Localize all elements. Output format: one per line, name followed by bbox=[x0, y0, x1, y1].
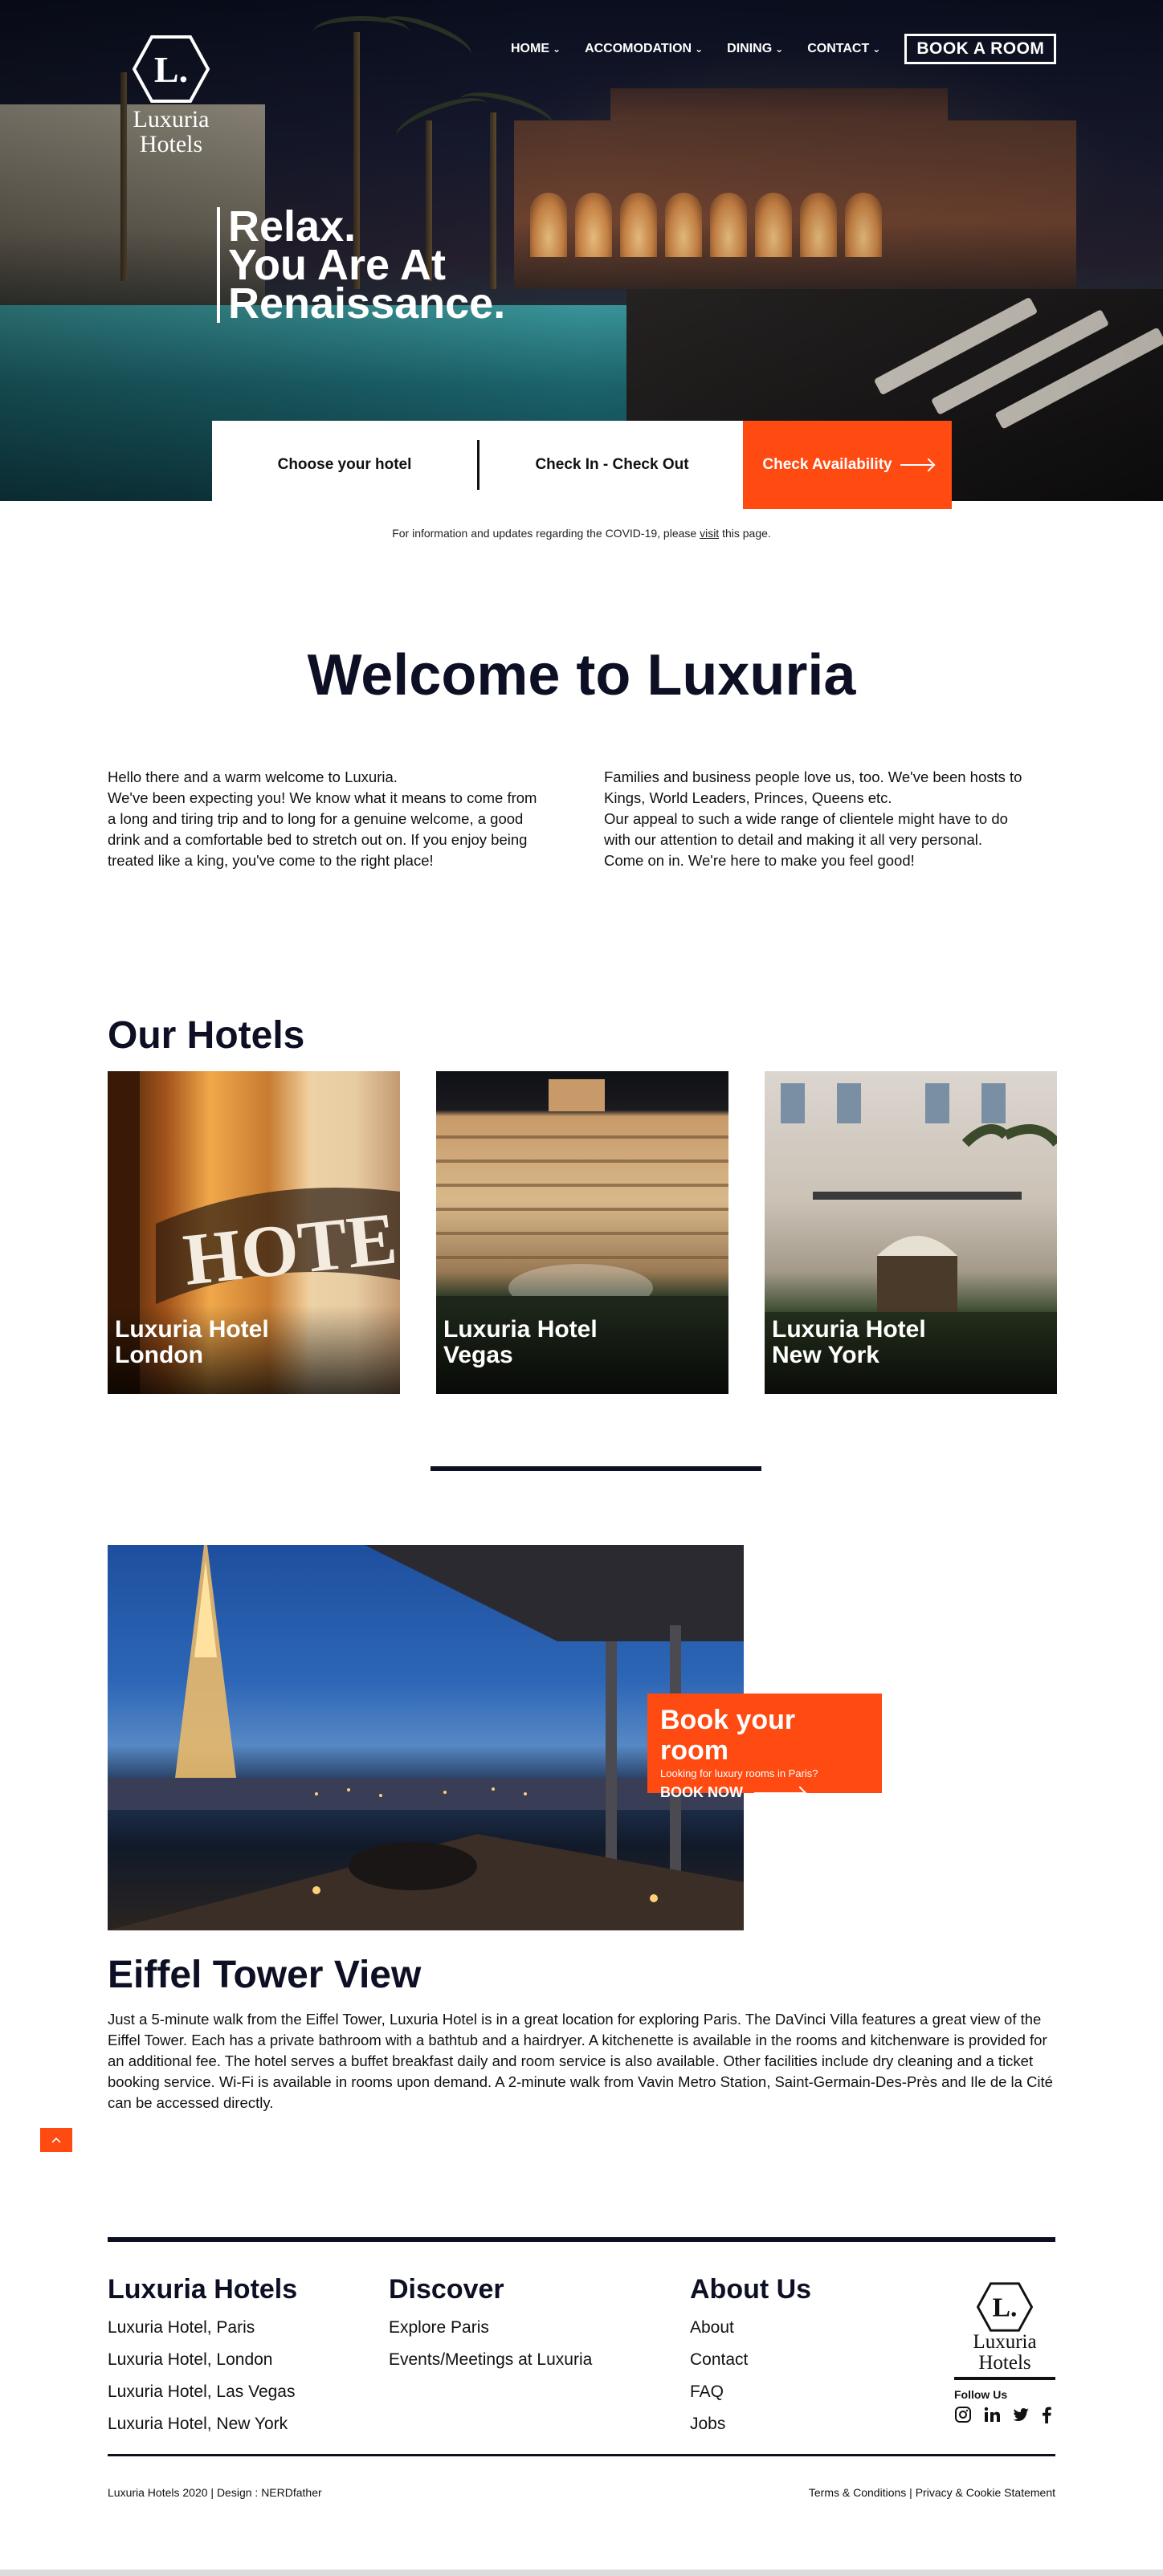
hexagon-logo-icon: L. bbox=[977, 2282, 1033, 2332]
chevron-up-icon bbox=[51, 2137, 61, 2143]
footer-link-contact[interactable]: Contact bbox=[690, 2344, 811, 2376]
hotel-card-line2: New York bbox=[772, 1342, 879, 1368]
hotel-card-vegas[interactable]: Luxuria Hotel Vegas bbox=[436, 1071, 728, 1394]
terms-link[interactable]: Terms & Conditions bbox=[809, 2486, 906, 2499]
welcome-title: Welcome to Luxuria bbox=[307, 643, 856, 707]
chevron-down-icon: ⌄ bbox=[872, 43, 881, 55]
our-hotels-title: Our Hotels bbox=[108, 1014, 305, 1057]
footer-hotels-title: Luxuria Hotels bbox=[108, 2274, 298, 2305]
scroll-to-top-button[interactable] bbox=[40, 2128, 72, 2152]
footer-discover-column: Discover Explore Paris Events/Meetings a… bbox=[389, 2274, 592, 2376]
footer-bottom-rule bbox=[108, 2454, 1055, 2456]
social-links bbox=[954, 2406, 1055, 2423]
check-in-out-field[interactable]: Check In - Check Out bbox=[479, 456, 745, 474]
footer-about-column: About Us About Contact FAQ Jobs bbox=[690, 2274, 811, 2440]
chevron-down-icon: ⌄ bbox=[553, 43, 561, 55]
covid-visit-link[interactable]: visit bbox=[700, 527, 719, 540]
nav-contact-label: CONTACT bbox=[807, 42, 870, 55]
footer-discover-title: Discover bbox=[389, 2274, 504, 2305]
nav-accomodation[interactable]: ACCOMODATION ⌄ bbox=[585, 42, 703, 56]
footer-logo-line2: Hotels bbox=[978, 2352, 1031, 2374]
footer-link-london[interactable]: Luxuria Hotel, London bbox=[108, 2344, 297, 2376]
hotel-card-new-york[interactable]: Luxuria Hotel New York bbox=[765, 1071, 1057, 1394]
hotel-card-line2: Vegas bbox=[443, 1342, 513, 1368]
legal-links: Terms & Conditions | Privacy & Cookie St… bbox=[809, 2486, 1055, 2499]
follow-us-label: Follow Us bbox=[954, 2388, 1008, 2401]
promo-subtitle: Looking for luxury rooms in Paris? bbox=[660, 1767, 818, 1779]
footer-link-jobs[interactable]: Jobs bbox=[690, 2408, 811, 2440]
brand-logo[interactable]: L. Luxuria Hotels bbox=[119, 35, 223, 157]
logo-line1: Luxuria bbox=[133, 106, 210, 132]
promo-title: Book your room bbox=[660, 1705, 796, 1766]
footer-link-las-vegas[interactable]: Luxuria Hotel, Las Vegas bbox=[108, 2376, 297, 2408]
eiffel-view-description: Just a 5-minute walk from the Eiffel Tow… bbox=[108, 2011, 1053, 2111]
chevron-down-icon: ⌄ bbox=[695, 43, 704, 55]
book-your-room-promo[interactable]: Book your room Looking for luxury rooms … bbox=[647, 1694, 882, 1800]
footer-about-title: About Us bbox=[690, 2274, 812, 2305]
hotel-card-label: Luxuria Hotel New York bbox=[772, 1317, 926, 1368]
choose-hotel-field[interactable]: Choose your hotel bbox=[212, 456, 477, 474]
book-now-link[interactable]: BOOK NOW bbox=[660, 1784, 869, 1801]
hero-tagline: Relax. You Are At Renaissance. bbox=[217, 202, 506, 328]
booking-bar: Choose your hotel Check In - Check Out C… bbox=[212, 421, 952, 509]
tagline-line3: Renaissance. bbox=[228, 279, 506, 328]
nav-home[interactable]: HOME ⌄ bbox=[511, 42, 561, 56]
hotel-card-line1: Luxuria Hotel bbox=[772, 1316, 926, 1343]
hotel-card-line1: Luxuria Hotel bbox=[115, 1316, 269, 1343]
welcome-right-text: Families and business people love us, to… bbox=[604, 768, 1022, 869]
chevron-down-icon: ⌄ bbox=[775, 43, 784, 55]
covid-notice: For information and updates regarding th… bbox=[0, 527, 1163, 540]
section-divider bbox=[431, 1466, 761, 1471]
privacy-link[interactable]: Privacy & Cookie Statement bbox=[916, 2486, 1055, 2499]
hotel-card-label: Luxuria Hotel Vegas bbox=[443, 1317, 598, 1368]
main-nav: HOME ⌄ ACCOMODATION ⌄ DINING ⌄ CONTACT ⌄… bbox=[511, 34, 1057, 64]
logo-letter: L. bbox=[154, 49, 188, 90]
arrow-right-icon bbox=[754, 1791, 804, 1794]
facebook-icon[interactable] bbox=[1041, 2406, 1052, 2423]
nav-home-label: HOME bbox=[511, 42, 549, 55]
footer-link-faq[interactable]: FAQ bbox=[690, 2376, 811, 2408]
footer-link-new-york[interactable]: Luxuria Hotel, New York bbox=[108, 2408, 297, 2440]
nav-dining-label: DINING bbox=[727, 42, 773, 55]
footer-link-about[interactable]: About bbox=[690, 2312, 811, 2344]
tagline-line2: You Are At bbox=[228, 241, 447, 289]
check-availability-label: Check Availability bbox=[762, 456, 892, 473]
footer-hotels-column: Luxuria Hotels Luxuria Hotel, Paris Luxu… bbox=[108, 2274, 297, 2440]
eiffel-view-title: Eiffel Tower View bbox=[108, 1954, 422, 1996]
linkedin-icon[interactable] bbox=[983, 2406, 1001, 2423]
footer-link-paris[interactable]: Luxuria Hotel, Paris bbox=[108, 2312, 297, 2344]
hotel-card-line1: Luxuria Hotel bbox=[443, 1316, 598, 1343]
page: L. Luxuria Hotels HOME ⌄ ACCOMODATION ⌄ … bbox=[0, 0, 1163, 2570]
hotel-card-line2: London bbox=[115, 1342, 203, 1368]
arrow-right-icon bbox=[900, 464, 932, 466]
follow-us: Follow Us bbox=[954, 2377, 1055, 2423]
hexagon-logo-icon: L. bbox=[132, 35, 210, 103]
hotel-card-label: Luxuria Hotel London bbox=[115, 1317, 269, 1368]
instagram-icon[interactable] bbox=[954, 2406, 972, 2423]
check-availability-button[interactable]: Check Availability bbox=[743, 421, 952, 509]
hotel-card-london[interactable]: HOTE Luxuria Hotel London bbox=[108, 1071, 400, 1394]
footer-link-explore-paris[interactable]: Explore Paris bbox=[389, 2312, 592, 2344]
footer-link-events[interactable]: Events/Meetings at Luxuria bbox=[389, 2344, 592, 2376]
covid-text-before: For information and updates regarding th… bbox=[392, 527, 700, 540]
book-now-label: BOOK NOW bbox=[660, 1784, 743, 1800]
copyright: Luxuria Hotels 2020 | Design : NERDfathe… bbox=[108, 2486, 322, 2499]
footer-logo-letter: L. bbox=[993, 2293, 1018, 2323]
nav-contact[interactable]: CONTACT ⌄ bbox=[807, 42, 880, 56]
book-a-room-button[interactable]: BOOK A ROOM bbox=[904, 34, 1057, 64]
footer-logo[interactable]: L. Luxuria Hotels bbox=[954, 2282, 1055, 2374]
nav-dining[interactable]: DINING ⌄ bbox=[727, 42, 783, 56]
footer-top-rule bbox=[108, 2237, 1055, 2242]
welcome-left-text: Hello there and a warm welcome to Luxuri… bbox=[108, 768, 537, 869]
legal-separator: | bbox=[906, 2486, 916, 2499]
nav-accomodation-label: ACCOMODATION bbox=[585, 42, 692, 55]
logo-line2: Hotels bbox=[139, 131, 203, 157]
covid-text-after: this page. bbox=[719, 527, 771, 540]
footer-logo-line1: Luxuria bbox=[973, 2331, 1037, 2353]
tagline-line1: Relax. bbox=[228, 202, 357, 251]
twitter-icon[interactable] bbox=[1012, 2406, 1030, 2423]
